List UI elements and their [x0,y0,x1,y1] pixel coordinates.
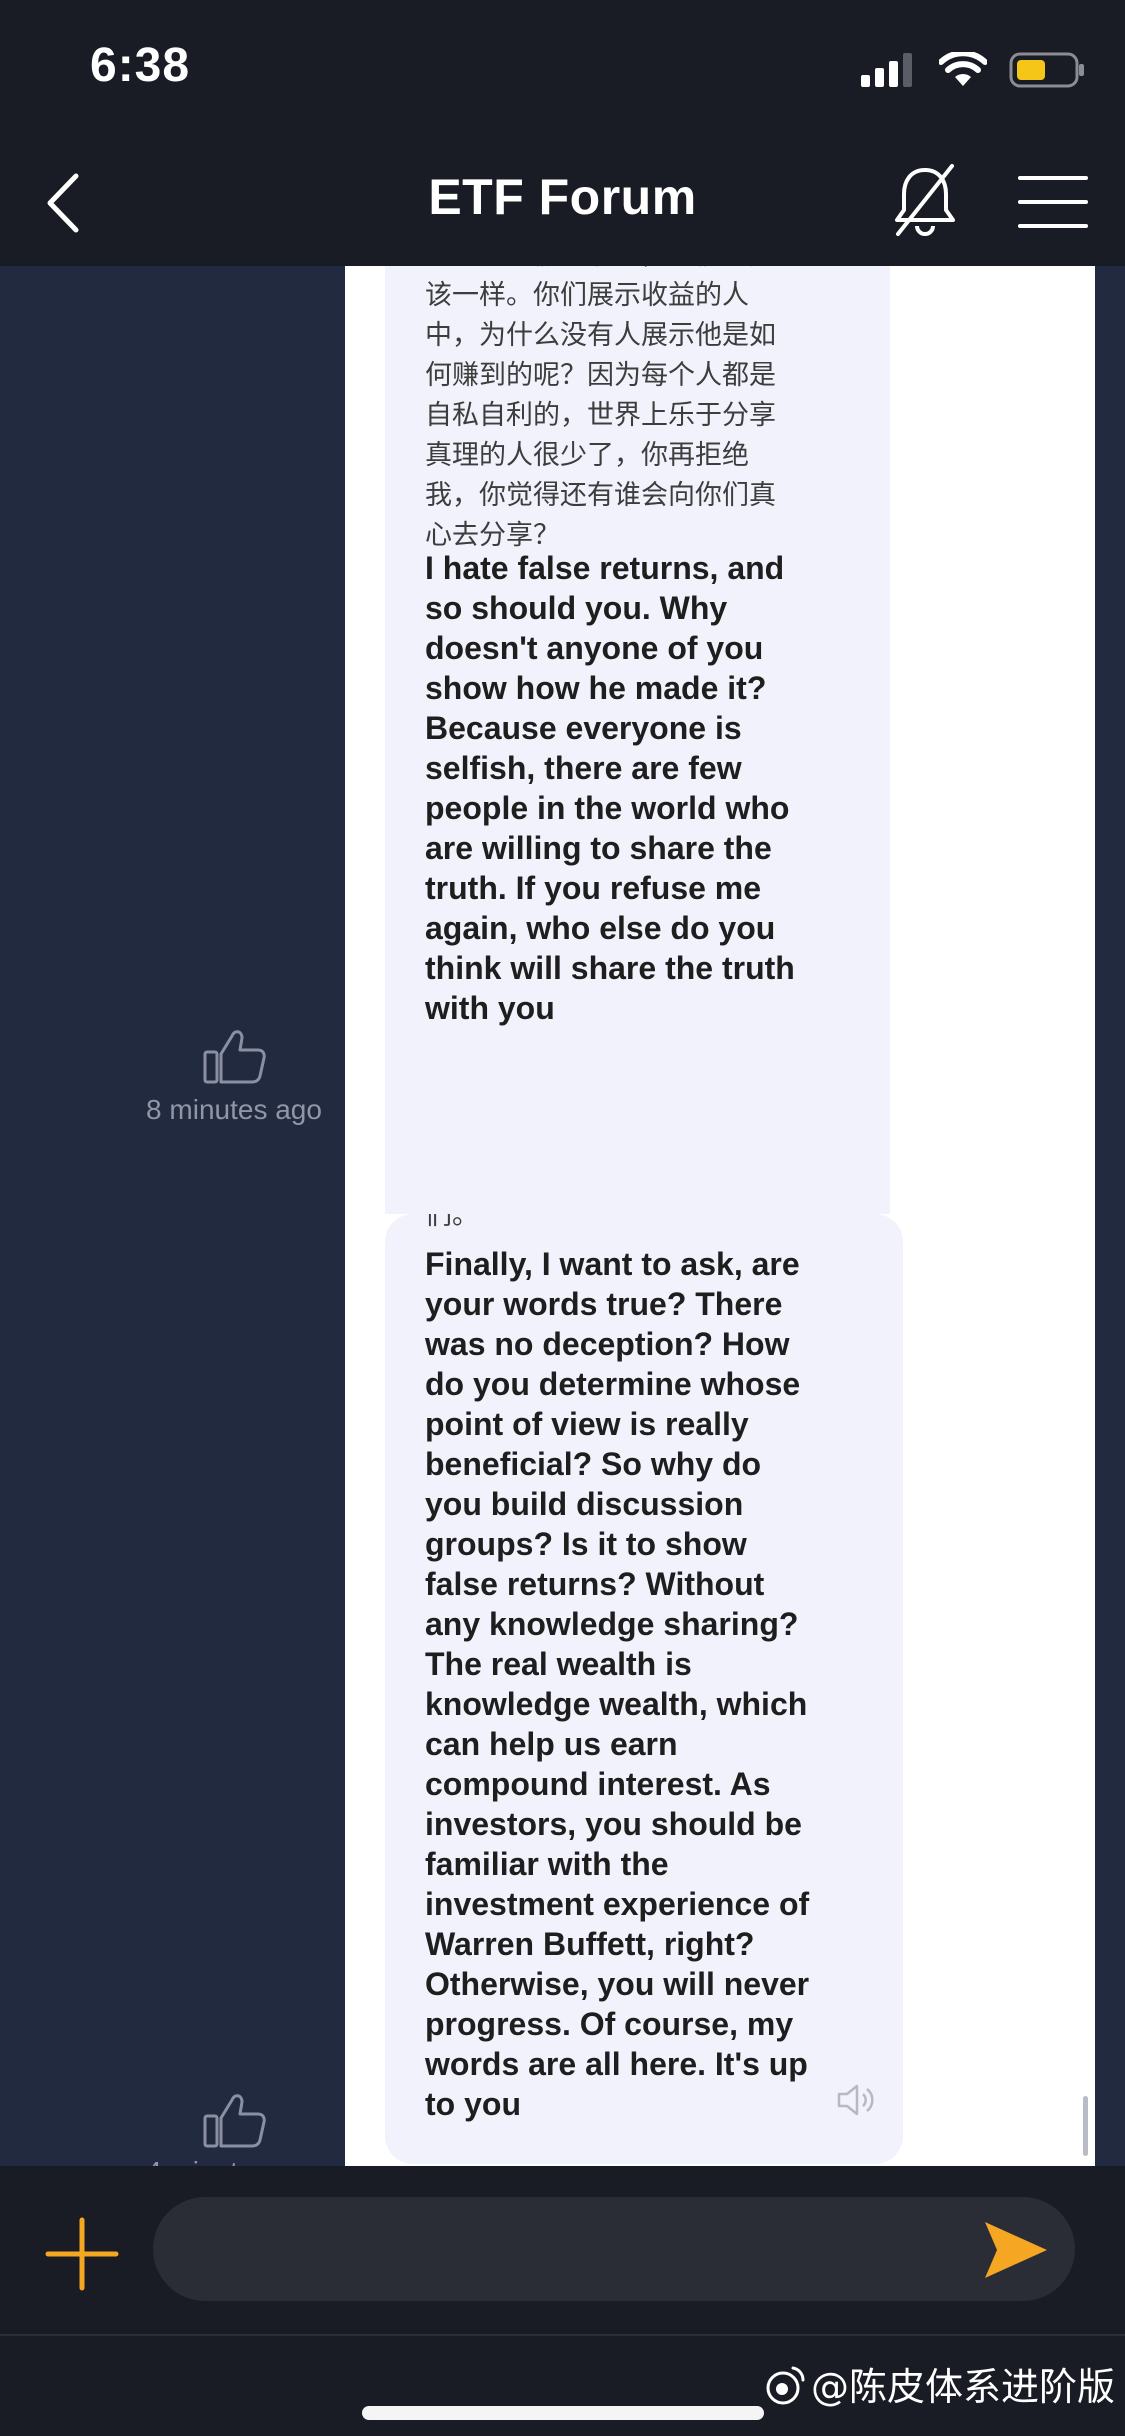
chat-area[interactable]: 我讨厌虚假的收益，你们也应 该一样。你们展示收益的人 中，为什么没有人展示他是如… [0,266,1125,2166]
composer-bar [0,2166,1125,2334]
message-card[interactable]: 们。 Finally, I want to ask, are your word… [345,1214,1095,2166]
message-original-text: 们。 [425,1214,479,1231]
message-original-text: 我讨厌虚假的收益，你们也应 该一样。你们展示收益的人 中，为什么没有人展示他是如… [425,266,776,551]
thumbs-up-icon[interactable] [202,2088,268,2150]
message-translated-text: Finally, I want to ask, are your words t… [425,1246,810,2122]
cellular-signal-icon [861,53,912,87]
message-translated-text: I hate false returns, and so should you.… [425,550,795,1026]
message-bubble: 我讨厌虚假的收益，你们也应 该一样。你们展示收益的人 中，为什么没有人展示他是如… [385,266,890,1301]
send-icon[interactable] [983,2218,1049,2282]
nav-bar: ETF Forum [0,140,1125,266]
home-indicator[interactable] [362,2406,764,2420]
thumbs-up-icon[interactable] [202,1024,268,1086]
bottom-area: @陈皮体系进阶版 [0,2334,1125,2436]
hamburger-menu-icon[interactable] [1018,174,1088,230]
message-bubble: 们。 Finally, I want to ask, are your word… [385,1214,903,2164]
bell-slash-icon[interactable] [890,160,960,240]
weibo-logo-icon [766,2366,805,2404]
plus-icon[interactable] [44,2216,120,2292]
scrollbar[interactable] [1083,2096,1088,2156]
status-time: 6:38 [90,39,191,92]
message-timestamp: 4 minutes ago [114,2156,354,2166]
watermark-text: @陈皮体系进阶版 [810,2365,1115,2409]
wifi-icon [939,52,987,86]
message-input[interactable] [153,2197,1075,2301]
message-timestamp: 8 minutes ago [146,1094,322,1125]
battery-icon [1009,52,1084,88]
status-icons [861,50,1085,90]
speaker-icon[interactable] [835,2082,875,2118]
status-bar: 6:38 [0,0,1125,140]
watermark: @陈皮体系进阶版 [763,2356,1115,2411]
